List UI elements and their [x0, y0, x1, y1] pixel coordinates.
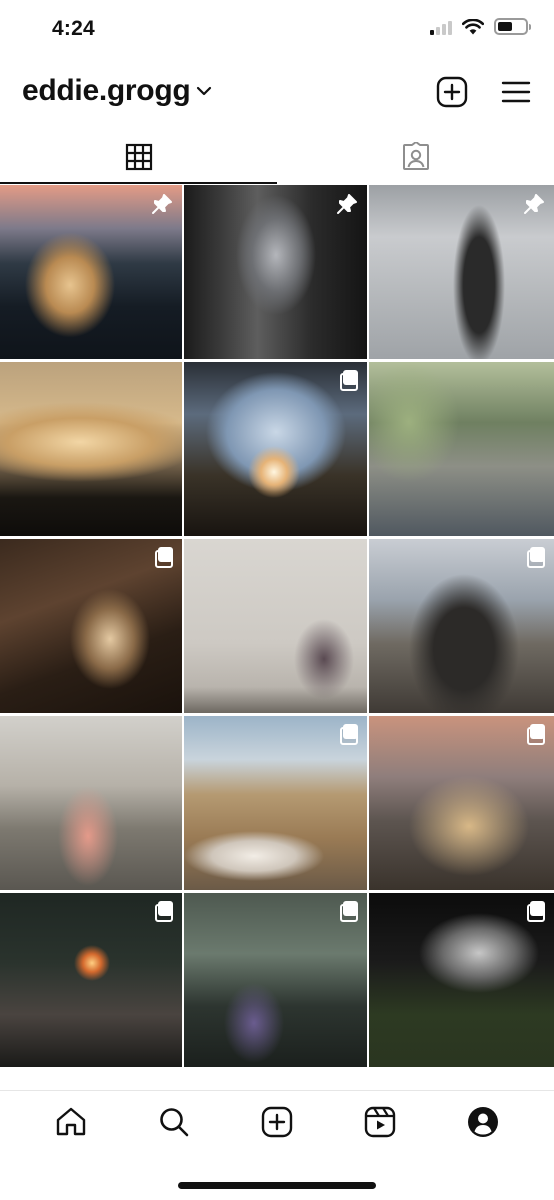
carousel-icon — [527, 724, 545, 745]
grid-tab[interactable] — [0, 130, 277, 184]
menu-button[interactable] — [498, 74, 534, 110]
post-thumbnail[interactable] — [184, 185, 367, 359]
carousel-icon — [340, 901, 358, 922]
home-indicator[interactable] — [178, 1182, 376, 1189]
grid-icon — [125, 143, 152, 171]
carousel-icon — [527, 901, 545, 922]
nav-create[interactable] — [255, 1100, 299, 1144]
posts-grid — [0, 185, 554, 1067]
wifi-icon — [462, 18, 484, 34]
post-thumbnail[interactable] — [369, 716, 554, 890]
pin-icon — [336, 193, 358, 220]
nav-reels[interactable] — [358, 1100, 402, 1144]
carousel-icon — [527, 547, 545, 568]
menu-icon — [501, 81, 531, 103]
profile-tabs — [0, 130, 554, 184]
post-thumbnail[interactable] — [184, 716, 367, 890]
post-thumbnail[interactable] — [0, 539, 182, 713]
post-thumbnail[interactable] — [0, 716, 182, 890]
post-thumbnail[interactable] — [369, 539, 554, 713]
status-bar: 4:24 — [0, 0, 554, 58]
tagged-tab[interactable] — [277, 130, 554, 184]
nav-home[interactable] — [49, 1100, 93, 1144]
post-thumbnail[interactable] — [0, 893, 182, 1067]
post-thumbnail[interactable] — [184, 362, 367, 536]
pin-icon — [523, 193, 545, 220]
pin-icon — [151, 193, 173, 220]
tagged-user-icon — [402, 142, 429, 170]
profile-username: eddie.grogg — [22, 74, 191, 107]
status-time: 4:24 — [52, 17, 95, 40]
nav-search[interactable] — [152, 1100, 196, 1144]
carousel-icon — [340, 370, 358, 391]
post-thumbnail[interactable] — [369, 893, 554, 1067]
account-switcher[interactable]: eddie.grogg — [22, 74, 212, 108]
cellular-signal-icon — [430, 19, 452, 35]
profile-header: eddie.grogg — [0, 66, 554, 122]
battery-icon — [494, 18, 531, 35]
new-post-icon — [436, 76, 468, 108]
home-icon — [57, 1107, 86, 1135]
post-thumbnail[interactable] — [184, 893, 367, 1067]
carousel-icon — [340, 724, 358, 745]
post-thumbnail[interactable] — [0, 185, 182, 359]
new-post-button[interactable] — [434, 74, 470, 110]
post-thumbnail[interactable] — [184, 539, 367, 713]
carousel-icon — [155, 901, 173, 922]
post-thumbnail[interactable] — [369, 185, 554, 359]
create-icon — [261, 1106, 293, 1137]
carousel-icon — [155, 547, 173, 568]
reels-icon — [364, 1106, 395, 1137]
profile-icon — [467, 1106, 498, 1137]
chevron-down-icon — [197, 86, 212, 96]
bottom-navigation — [0, 1090, 554, 1152]
post-thumbnail[interactable] — [369, 362, 554, 536]
nav-profile[interactable] — [461, 1100, 505, 1144]
post-thumbnail[interactable] — [0, 362, 182, 536]
status-indicators — [430, 18, 531, 35]
search-icon — [160, 1107, 189, 1136]
